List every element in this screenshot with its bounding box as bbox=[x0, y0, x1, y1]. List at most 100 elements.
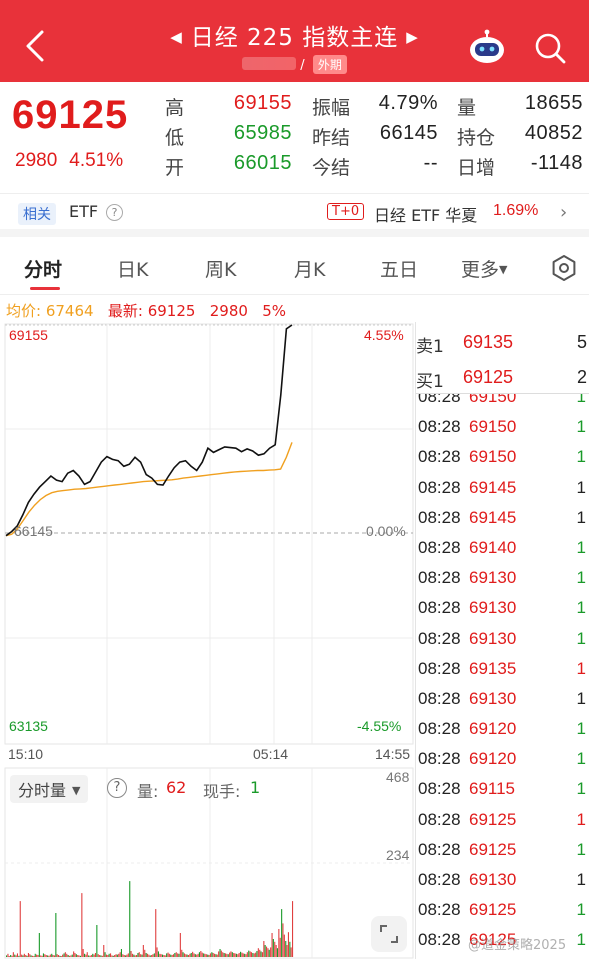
volume-bar bbox=[114, 955, 116, 957]
volume-bar bbox=[281, 909, 283, 957]
volume-bar bbox=[99, 955, 101, 957]
ask-1-price: 69135 bbox=[463, 332, 514, 352]
volume-bar bbox=[264, 945, 266, 957]
related-etf-row[interactable]: 相关 ETF ? T+0 日经 ETF 华夏 1.69% › bbox=[0, 193, 589, 229]
etf-help-icon[interactable]: ? bbox=[106, 204, 123, 221]
volume-type-label: 分时量 bbox=[18, 781, 67, 800]
volume-bar bbox=[40, 955, 42, 957]
y-axis-bottom-pct: -4.55% bbox=[357, 718, 402, 734]
tab-five-day[interactable]: 五日 bbox=[380, 255, 418, 282]
chart-info-line: 均价: 67464 最新: 69125 2980 5% bbox=[6, 300, 286, 321]
volume-bar bbox=[260, 951, 262, 957]
intraday-chart[interactable] bbox=[0, 322, 415, 959]
low-label: 低 bbox=[165, 127, 185, 149]
trade-row: 08:28 69150 1 bbox=[416, 394, 589, 412]
trade-time: 08:28 bbox=[418, 447, 461, 467]
y-axis-bottom-label: 63135 bbox=[9, 718, 48, 734]
latest-change: 2980 bbox=[209, 302, 248, 320]
trade-row: 08:28 69130 1 bbox=[416, 593, 589, 623]
volume-bar bbox=[207, 954, 209, 957]
volume-bar bbox=[111, 955, 113, 957]
trade-row: 08:28 69125 1 bbox=[416, 895, 589, 925]
trade-volume: 1 bbox=[576, 568, 586, 588]
x-axis-label-end: 14:55 bbox=[375, 746, 411, 762]
volume-bar bbox=[38, 933, 40, 957]
volume-bar bbox=[263, 941, 265, 957]
volume-bar bbox=[203, 953, 205, 957]
volume-bar bbox=[126, 954, 128, 957]
volume-bar bbox=[146, 953, 148, 957]
avg-price-value: 67464 bbox=[45, 302, 94, 320]
volume-bar bbox=[181, 949, 183, 957]
volume-bar bbox=[41, 955, 43, 957]
tab-weekly-k[interactable]: 周K bbox=[205, 255, 236, 282]
trade-row: 08:28 69135 1 bbox=[416, 654, 589, 684]
price-panel-frame bbox=[4, 323, 414, 745]
fullscreen-icon[interactable] bbox=[371, 916, 407, 952]
volume-bar bbox=[259, 949, 261, 957]
volume-bar bbox=[86, 952, 88, 957]
volume-bar bbox=[37, 955, 39, 957]
ask-1-label: 卖1 bbox=[416, 337, 444, 357]
volume-bar bbox=[248, 950, 250, 957]
volume-bar bbox=[51, 953, 53, 957]
trade-time: 08:28 bbox=[418, 628, 461, 648]
prev-instrument-arrow[interactable]: ◀ bbox=[170, 28, 183, 46]
change-percent: 4.51% bbox=[69, 150, 124, 171]
trade-time: 08:28 bbox=[418, 598, 461, 618]
tab-monthly-k[interactable]: 月K bbox=[294, 255, 325, 282]
volume-bar bbox=[141, 954, 143, 957]
next-instrument-arrow[interactable]: ▶ bbox=[406, 28, 419, 46]
today-settle-label: 今结 bbox=[312, 157, 351, 179]
tab-more[interactable]: 更多▼ bbox=[461, 255, 507, 282]
volume-type-dropdown[interactable]: 分时量 ▼ bbox=[10, 775, 89, 803]
volume-bar bbox=[200, 951, 202, 957]
volume-bar bbox=[27, 953, 29, 957]
etf-label: ETF bbox=[69, 202, 99, 221]
volume-bar bbox=[103, 945, 105, 957]
volume-bar bbox=[67, 955, 69, 957]
volume-bar bbox=[252, 953, 254, 957]
volume-bar bbox=[177, 953, 179, 957]
volume-bar bbox=[79, 955, 81, 957]
volume-bar bbox=[125, 955, 127, 957]
volume-bar bbox=[21, 954, 23, 957]
volume-bar bbox=[104, 952, 106, 957]
trade-volume: 1 bbox=[576, 870, 586, 889]
volume-value: 62 bbox=[166, 778, 187, 797]
today-settle-value: -- bbox=[423, 152, 438, 174]
volume-bar bbox=[242, 953, 244, 957]
volume-bar bbox=[272, 939, 274, 957]
help-icon[interactable]: ? bbox=[107, 778, 127, 798]
trade-price: 69135 bbox=[469, 658, 517, 678]
volume-bar bbox=[162, 954, 164, 957]
trade-ticks-list[interactable]: 08:28 69150 1 08:28 69150 1 08:28 69150 1 08:28 69… bbox=[416, 394, 589, 959]
volume-bar bbox=[108, 953, 110, 957]
volume-bar bbox=[276, 948, 278, 957]
tab-daily-k[interactable]: 日K bbox=[117, 255, 148, 282]
volume-bar bbox=[164, 955, 166, 957]
trade-row: 08:28 69130 1 bbox=[416, 684, 589, 714]
volume-bar bbox=[16, 953, 18, 957]
volume-bar bbox=[97, 954, 99, 957]
volume-bar bbox=[56, 954, 58, 957]
volume-bar bbox=[224, 953, 226, 957]
search-icon[interactable] bbox=[532, 30, 568, 66]
volume-bar bbox=[249, 951, 251, 957]
volume-label: 量: bbox=[137, 782, 159, 801]
volume-bar bbox=[192, 951, 194, 957]
settings-hexagon-icon[interactable] bbox=[550, 254, 578, 282]
volume-bar bbox=[282, 923, 284, 957]
robot-assistant-icon[interactable] bbox=[466, 28, 508, 68]
volume-label: 量 bbox=[457, 97, 477, 119]
tab-intraday[interactable]: 分时 bbox=[24, 255, 62, 282]
volume-bar bbox=[172, 954, 174, 957]
volume-bar bbox=[81, 893, 83, 957]
volume-bar bbox=[182, 952, 184, 957]
chevron-right-icon[interactable]: › bbox=[560, 202, 567, 223]
etf-name[interactable]: 日经 ETF 华夏 bbox=[374, 202, 477, 226]
high-label: 高 bbox=[165, 97, 185, 119]
volume-bar bbox=[58, 955, 60, 957]
volume-bar bbox=[32, 955, 34, 957]
volume-bar bbox=[100, 955, 102, 957]
